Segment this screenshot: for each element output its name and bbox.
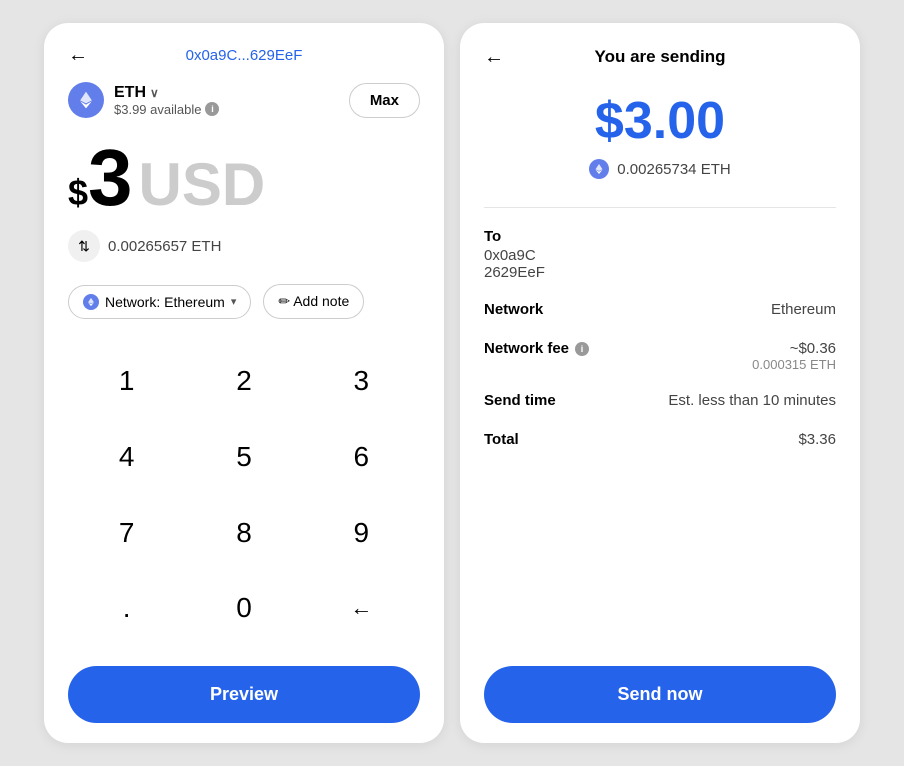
fee-eth: 0.000315 ETH — [752, 357, 836, 372]
network-row: Network Ethereum — [484, 301, 836, 320]
total-label: Total — [484, 431, 519, 448]
fee-label: Network fee i — [484, 340, 589, 357]
detail-section: To 0x0a9C 2629EeF Network Ethereum Netwo… — [484, 228, 836, 666]
to-label: To — [484, 228, 836, 245]
numpad-key-6[interactable]: 6 — [303, 423, 420, 491]
to-row: To 0x0a9C 2629EeF — [484, 228, 836, 281]
dollar-sign: $ — [68, 172, 88, 214]
eth-equivalent: 0.00265657 ETH — [108, 238, 221, 255]
fee-values: ~$0.36 0.000315 ETH — [752, 340, 836, 372]
token-details: ETH ∨ $3.99 available i — [114, 84, 219, 117]
send-amount-usd: $3.00 — [484, 91, 836, 151]
network-detail-value: Ethereum — [771, 301, 836, 318]
amount-currency: USD — [139, 155, 266, 215]
numpad-key-1[interactable]: 1 — [68, 347, 185, 415]
numpad: 1 2 3 4 5 6 7 8 9 . 0 ← — [68, 347, 420, 650]
total-value: $3.36 — [798, 431, 836, 448]
chevron-down-icon: ∨ — [150, 86, 159, 100]
fee-info-icon[interactable]: i — [575, 342, 589, 356]
amount-display: $ 3 USD — [68, 138, 420, 218]
eth-equiv-row: ⇅ 0.00265657 ETH — [68, 230, 420, 262]
to-address-line2: 2629EeF — [484, 264, 836, 281]
send-now-button[interactable]: Send now — [484, 666, 836, 723]
amount-number: 3 — [88, 138, 133, 218]
send-panel: ← 0x0a9C...629EeF ETH ∨ $3.99 av — [44, 23, 444, 743]
network-detail-label: Network — [484, 301, 543, 318]
send-time-label: Send time — [484, 392, 556, 409]
numpad-key-8[interactable]: 8 — [185, 499, 302, 567]
token-row: ETH ∨ $3.99 available i Max — [68, 82, 420, 118]
to-address-line1: 0x0a9C — [484, 247, 836, 264]
preview-button[interactable]: Preview — [68, 666, 420, 723]
numpad-key-7[interactable]: 7 — [68, 499, 185, 567]
back-button[interactable]: ← — [68, 44, 88, 67]
max-button[interactable]: Max — [349, 83, 420, 118]
swap-icon[interactable]: ⇅ — [68, 230, 100, 262]
fee-usd: ~$0.36 — [752, 340, 836, 357]
network-label: Network: Ethereum — [105, 294, 225, 310]
network-chevron-icon: ▾ — [231, 295, 237, 308]
send-amount-eth-row: 0.00265734 ETH — [484, 159, 836, 179]
numpad-key-4[interactable]: 4 — [68, 423, 185, 491]
divider — [484, 207, 836, 208]
numpad-key-2[interactable]: 2 — [185, 347, 302, 415]
eth-icon — [68, 82, 104, 118]
wallet-address: 0x0a9C...629EeF — [186, 47, 303, 64]
review-eth-amount: 0.00265734 ETH — [617, 161, 730, 178]
top-bar: ← 0x0a9C...629EeF — [68, 47, 420, 64]
numpad-key-9[interactable]: 9 — [303, 499, 420, 567]
send-time-row: Send time Est. less than 10 minutes — [484, 392, 836, 411]
numpad-key-dot[interactable]: . — [68, 574, 185, 642]
controls-row: Network: Ethereum ▾ ✏ Add note — [68, 284, 420, 319]
review-panel: ← You are sending $3.00 0.00265734 ETH T… — [460, 23, 860, 743]
review-back-button[interactable]: ← — [484, 46, 504, 69]
numpad-key-0[interactable]: 0 — [185, 574, 302, 642]
add-note-button[interactable]: ✏ Add note — [263, 284, 364, 319]
fee-row: Network fee i ~$0.36 0.000315 ETH — [484, 340, 836, 372]
token-balance: $3.99 available i — [114, 102, 219, 117]
numpad-key-3[interactable]: 3 — [303, 347, 420, 415]
network-selector[interactable]: Network: Ethereum ▾ — [68, 285, 251, 319]
app-container: ← 0x0a9C...629EeF ETH ∨ $3.99 av — [24, 3, 880, 763]
review-eth-icon — [589, 159, 609, 179]
review-top-bar: ← You are sending — [484, 47, 836, 67]
numpad-backspace[interactable]: ← — [303, 574, 420, 642]
balance-info-icon[interactable]: i — [205, 102, 219, 116]
send-time-value: Est. less than 10 minutes — [668, 392, 836, 409]
network-eth-icon — [83, 294, 99, 310]
token-info: ETH ∨ $3.99 available i — [68, 82, 219, 118]
total-row: Total $3.36 — [484, 431, 836, 448]
token-name[interactable]: ETH ∨ — [114, 84, 219, 102]
review-title: You are sending — [484, 47, 836, 67]
numpad-key-5[interactable]: 5 — [185, 423, 302, 491]
